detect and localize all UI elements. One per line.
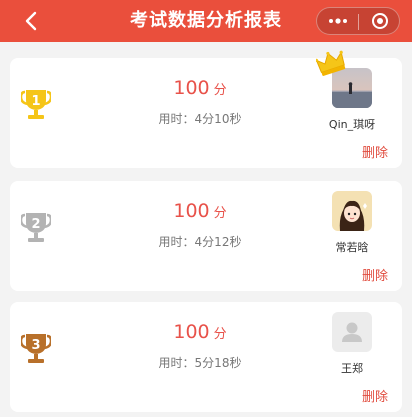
delete-button[interactable]: 删除 bbox=[362, 265, 388, 284]
score: 100 分 bbox=[130, 321, 270, 343]
record-card-3: 3 100 分 用时：5分18秒 王郑 删除 bbox=[10, 302, 402, 412]
score-unit: 分 bbox=[213, 83, 227, 98]
avatar bbox=[332, 191, 372, 231]
more-button[interactable] bbox=[317, 8, 358, 34]
score-unit: 分 bbox=[213, 206, 227, 221]
close-button[interactable] bbox=[359, 8, 400, 34]
svg-text:1: 1 bbox=[31, 94, 40, 109]
target-close-icon bbox=[371, 13, 388, 29]
nav-bar: 考试数据分析报表 bbox=[0, 0, 412, 42]
delete-button[interactable]: 删除 bbox=[362, 142, 388, 161]
user-name: 王郑 bbox=[341, 362, 363, 375]
time-used: 用时：4分10秒 bbox=[158, 112, 242, 126]
delete-button[interactable]: 删除 bbox=[362, 386, 388, 405]
bronze-trophy-icon: 3 bbox=[19, 332, 53, 366]
time-used: 用时：5分18秒 bbox=[158, 356, 242, 370]
user-name: 常若晗 bbox=[335, 241, 369, 254]
svg-text:3: 3 bbox=[31, 338, 40, 353]
user-name: Qin_琪呀 bbox=[328, 118, 376, 131]
gold-trophy-icon: 1 bbox=[19, 88, 53, 122]
svg-text:2: 2 bbox=[31, 217, 40, 232]
record-card-2: 2 100 分 用时：4分12秒 常若晗 删除 bbox=[10, 181, 402, 291]
more-dots-icon bbox=[328, 18, 347, 24]
crown-icon bbox=[314, 49, 346, 77]
time-used: 用时：4分12秒 bbox=[158, 235, 242, 249]
default-avatar-icon bbox=[332, 312, 372, 352]
score: 100 分 bbox=[130, 200, 270, 222]
score-value: 100 bbox=[173, 321, 210, 343]
score-value: 100 bbox=[173, 77, 210, 99]
silver-trophy-icon: 2 bbox=[19, 211, 53, 245]
score-value: 100 bbox=[173, 200, 210, 222]
score-unit: 分 bbox=[213, 327, 227, 342]
mini-program-capsule bbox=[316, 7, 400, 35]
score: 100 分 bbox=[130, 77, 270, 99]
